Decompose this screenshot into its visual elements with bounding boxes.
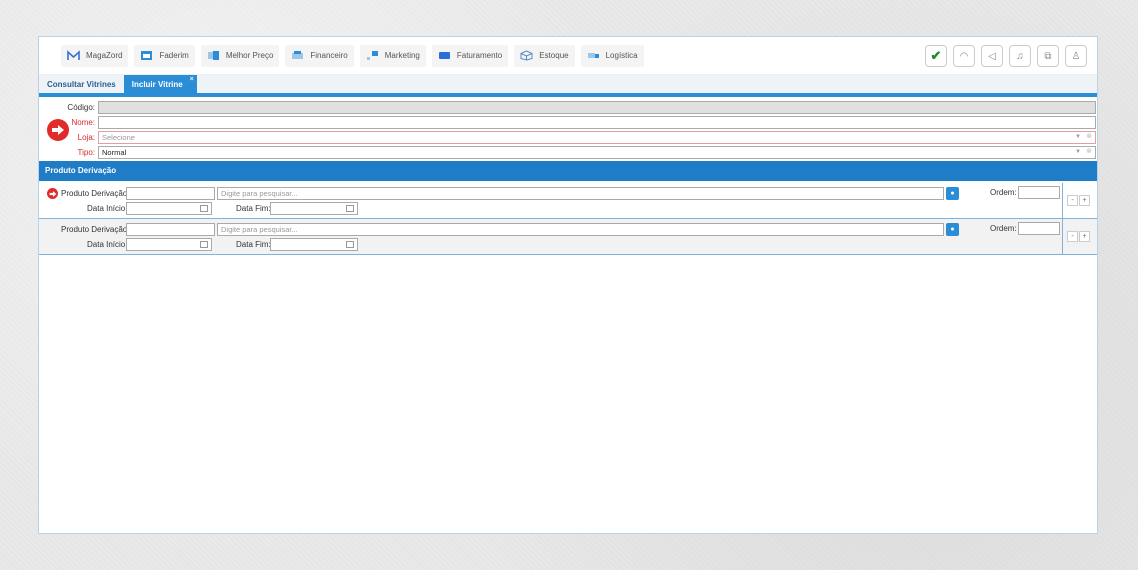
ordem-input[interactable] [1018, 222, 1060, 235]
product-search-input[interactable]: Digite para pesquisar... [217, 187, 944, 200]
nav-item-magazord[interactable]: MagaZord [61, 44, 129, 67]
nome-row: Nome: [39, 116, 1097, 130]
divider [1062, 219, 1063, 254]
search-icon[interactable]: ● [946, 223, 959, 236]
window-icon [140, 50, 153, 61]
tab-label: Incluir Vitrine [131, 79, 183, 89]
tab-underline [39, 93, 1097, 97]
money-icon [291, 50, 304, 61]
produto-derivacao-label: Produto Derivação: [61, 225, 130, 234]
ordem-input[interactable] [1018, 186, 1060, 199]
nav-item-marketing[interactable]: Marketing [359, 44, 426, 67]
produto-code-input[interactable] [126, 223, 215, 236]
nav-item-label: Financeiro [310, 51, 348, 60]
truck-icon [587, 50, 600, 61]
product-search-input[interactable]: Digite para pesquisar... [217, 223, 944, 236]
nav-item-log-stica[interactable]: Logística [580, 44, 644, 67]
nav-item-label: Marketing [384, 51, 420, 60]
check-icon[interactable]: ✔ [925, 45, 947, 67]
data-inicio-label: Data Início: [87, 204, 128, 213]
data-fim-label: Data Fim: [236, 204, 271, 213]
header-actions: ✔ ◠ ◁ ♫ ⧉ ♙ [919, 45, 1087, 67]
nav-item-label: Logística [605, 51, 638, 60]
codigo-field [98, 101, 1096, 114]
calendar-icon[interactable] [200, 205, 208, 212]
derivacao-row: Produto Derivação: Digite para pesquisar… [39, 183, 1097, 219]
nav-item-faturamento[interactable]: Faturamento [431, 44, 509, 67]
user-icon[interactable]: ♙ [1065, 45, 1087, 67]
nav-item-melhor-pre-o[interactable]: Melhor Preço [200, 44, 280, 67]
codigo-row: Código: [39, 101, 1097, 115]
app-frame: MagaZord Faderim Melhor Preço Financeiro Mar… [38, 36, 1098, 534]
tipo-label: Tipo: [77, 148, 96, 157]
tab-label: Consultar Vitrines [47, 79, 116, 89]
nav-item-financeiro[interactable]: Financeiro [285, 44, 354, 67]
tab-bar: Consultar Vitrines Incluir Vitrine × [39, 75, 1097, 93]
calendar-icon[interactable] [346, 241, 354, 248]
invoice-icon [438, 50, 451, 61]
nav-item-label: MagaZord [86, 51, 123, 60]
data-inicio-input[interactable] [126, 202, 212, 215]
nome-field[interactable] [98, 116, 1096, 129]
box-icon [520, 50, 533, 61]
nav-item-estoque[interactable]: Estoque [514, 44, 575, 67]
produto-derivacao-label: Produto Derivação: [61, 189, 130, 198]
calendar-icon[interactable] [346, 205, 354, 212]
calendar-icon[interactable] [200, 241, 208, 248]
add-row-button[interactable]: + [1079, 195, 1090, 206]
tipo-select[interactable]: Normal ▼ ⊗ [98, 146, 1096, 159]
data-fim-input[interactable] [270, 238, 358, 251]
tab-incluir-vitrine[interactable]: Incluir Vitrine × [123, 75, 197, 93]
bell-icon[interactable]: ♫ [1009, 45, 1031, 67]
data-fim-input[interactable] [270, 202, 358, 215]
module-menu: MagaZord Faderim Melhor Preço Financeiro Mar… [61, 44, 650, 67]
chevron-down-icon: ▼ [1075, 134, 1081, 140]
clear-icon[interactable]: ⊗ [1086, 131, 1092, 142]
remove-row-button[interactable]: - [1067, 195, 1078, 206]
chevron-down-icon: ▼ [1075, 149, 1081, 155]
section-title: Produto Derivação [39, 161, 1097, 181]
nav-item-label: Faturamento [456, 51, 503, 60]
ordem-label: Ordem: [990, 188, 1017, 197]
codigo-label: Código: [67, 103, 95, 112]
remove-row-button[interactable]: - [1067, 231, 1078, 242]
produto-code-input[interactable] [126, 187, 215, 200]
derivacao-row: Produto Derivação: Digite para pesquisar… [39, 219, 1097, 255]
top-navigation: MagaZord Faderim Melhor Preço Financeiro Mar… [39, 37, 1097, 75]
chart-icon [366, 50, 379, 61]
megaphone-icon[interactable]: ◁ [981, 45, 1003, 67]
nav-item-label: Faderim [159, 51, 189, 60]
tipo-row: Tipo: Normal ▼ ⊗ [39, 146, 1097, 160]
headset-icon[interactable]: ◠ [953, 45, 975, 67]
price-tag-icon [207, 50, 220, 61]
clear-icon[interactable]: ⊗ [1086, 146, 1092, 157]
loja-select[interactable]: Selecione ▼ ⊗ [98, 131, 1096, 144]
data-inicio-input[interactable] [126, 238, 212, 251]
tab-consultar-vitrines[interactable]: Consultar Vitrines [39, 75, 124, 93]
search-placeholder: Digite para pesquisar... [221, 189, 298, 198]
external-link-icon[interactable]: ⧉ [1037, 45, 1059, 67]
data-fim-label: Data Fim: [236, 240, 271, 249]
arrow-right-icon [47, 188, 58, 199]
add-row-button[interactable]: + [1079, 231, 1090, 242]
ordem-label: Ordem: [990, 224, 1017, 233]
tipo-value: Normal [102, 148, 127, 157]
nav-item-faderim[interactable]: Faderim [134, 44, 195, 67]
divider [1062, 183, 1063, 218]
search-placeholder: Digite para pesquisar... [221, 225, 298, 234]
loja-row: Loja: Selecione ▼ ⊗ [39, 131, 1097, 145]
close-icon[interactable]: × [190, 76, 194, 83]
loja-label: Loja: [77, 133, 95, 142]
nav-item-label: Melhor Preço [225, 51, 274, 60]
loja-placeholder: Selecione [102, 133, 135, 142]
nome-label: Nome: [71, 118, 95, 127]
data-inicio-label: Data Início: [87, 240, 128, 249]
magazord-logo-icon [67, 50, 80, 61]
nav-item-label: Estoque [539, 51, 569, 60]
search-icon[interactable]: ● [946, 187, 959, 200]
